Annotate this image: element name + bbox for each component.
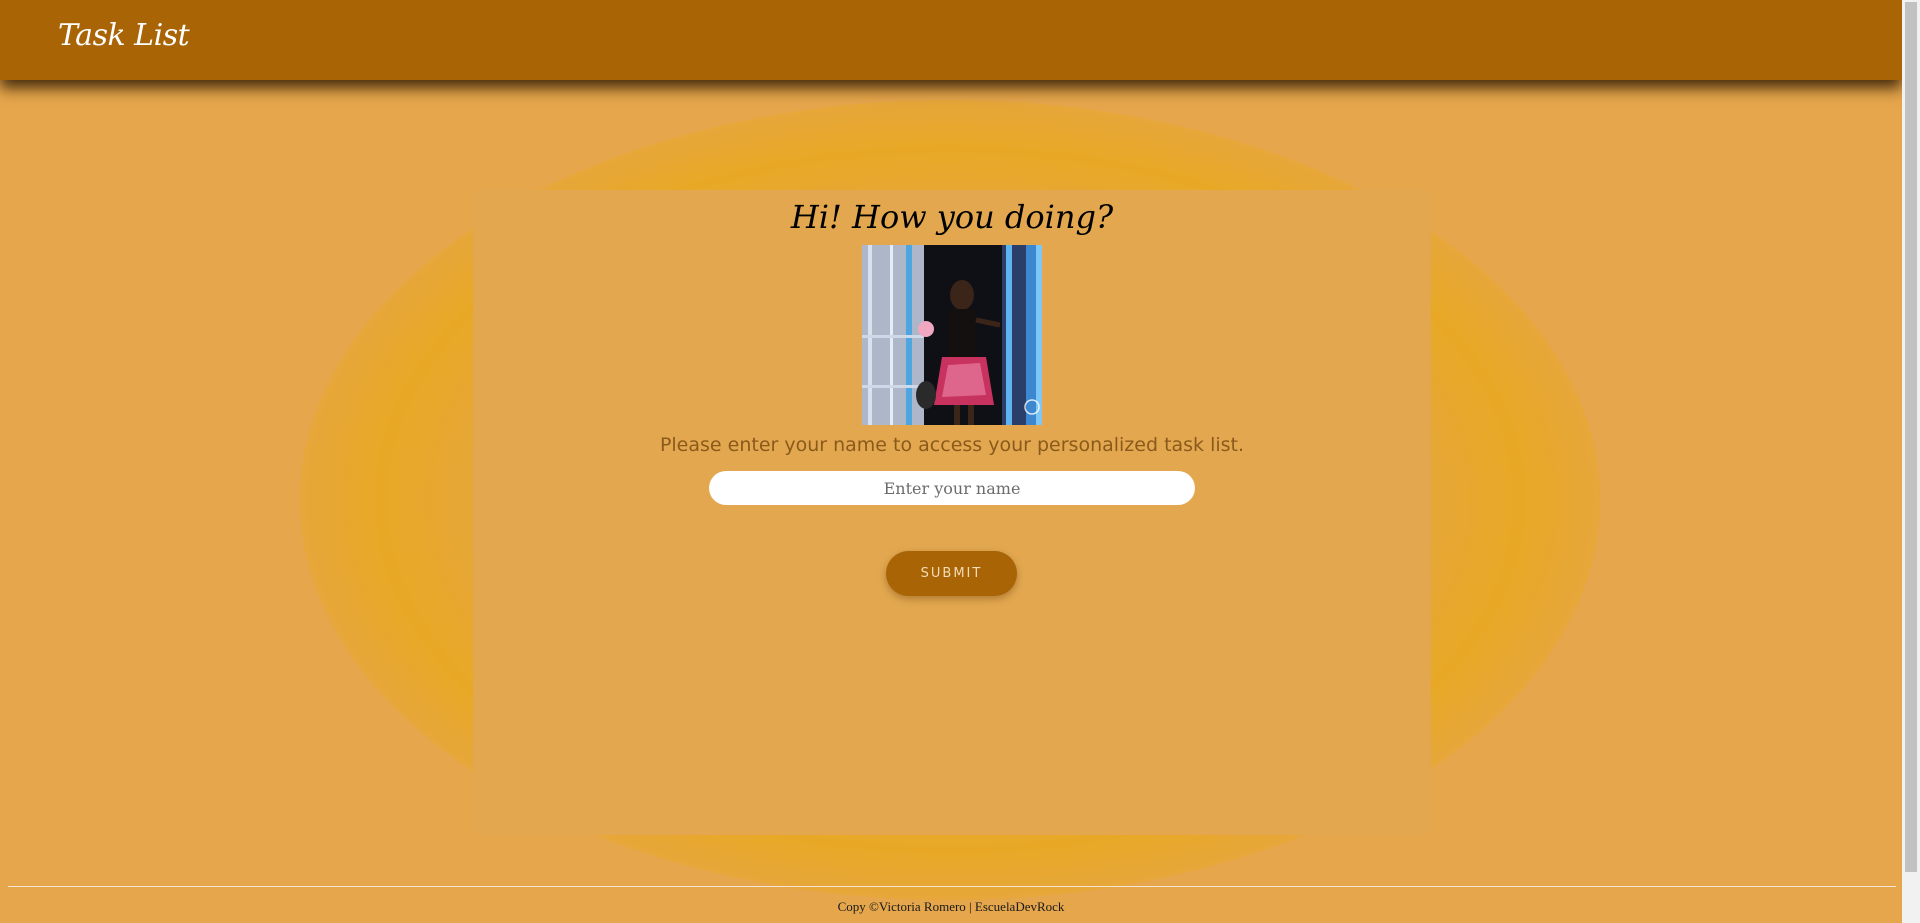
welcome-gif <box>862 245 1042 425</box>
submit-button[interactable]: SUBMIT <box>886 551 1017 596</box>
footer-copyright: Copy ©Victoria Romero | EscuelaDevRock <box>837 899 1065 914</box>
name-input[interactable] <box>709 471 1195 505</box>
top-navbar: Task List <box>0 0 1902 80</box>
brand-title[interactable]: Task List <box>58 18 190 53</box>
welcome-card: Hi! How you doing? Please enter your nam… <box>473 190 1431 835</box>
welcome-gif-illustration <box>862 245 1042 425</box>
greeting-heading: Hi! How you doing? <box>790 198 1114 236</box>
footer-divider <box>8 886 1896 887</box>
scrollbar-thumb[interactable] <box>1905 2 1917 872</box>
page-scrollbar[interactable] <box>1902 0 1920 923</box>
instructions-text: Please enter your name to access your pe… <box>659 434 1245 456</box>
